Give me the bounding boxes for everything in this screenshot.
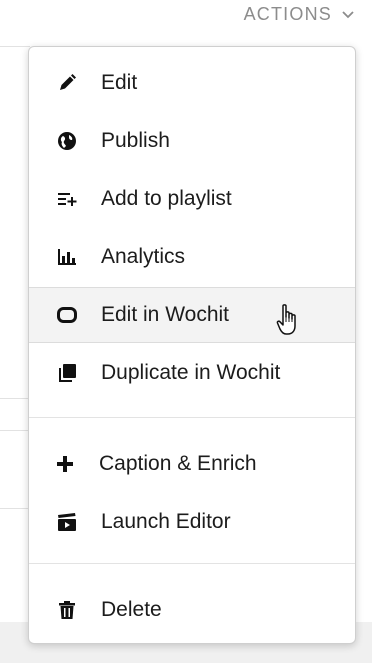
menu-divider [29, 563, 355, 564]
menu-item-label: Delete [101, 598, 162, 621]
actions-menu: Edit Publish Add to playlist Analytics E… [28, 46, 356, 644]
background-divider [0, 430, 30, 431]
menu-item-delete[interactable]: Delete [29, 582, 355, 638]
chevron-down-icon [342, 10, 354, 18]
pencil-icon [56, 72, 78, 94]
menu-item-label: Launch Editor [101, 510, 231, 533]
rounded-square-icon [56, 304, 78, 326]
menu-divider [29, 417, 355, 418]
menu-item-analytics[interactable]: Analytics [29, 229, 355, 285]
copy-icon [56, 362, 78, 384]
background-divider [0, 46, 30, 47]
globe-icon [56, 130, 78, 152]
hand-pointer-cursor-icon [276, 304, 296, 335]
actions-label: ACTIONS [243, 4, 332, 24]
menu-item-publish[interactable]: Publish [29, 113, 355, 169]
menu-item-label: Duplicate in Wochit [101, 361, 281, 384]
playlist-add-icon [56, 188, 78, 210]
trash-icon [56, 599, 78, 621]
background-divider [0, 398, 30, 399]
menu-item-label: Caption & Enrich [99, 452, 257, 475]
menu-item-label: Publish [101, 129, 170, 152]
menu-item-caption-enrich[interactable]: Caption & Enrich [29, 436, 355, 492]
bar-chart-icon [56, 246, 78, 268]
menu-item-label: Edit in Wochit [101, 303, 229, 326]
menu-item-label: Edit [101, 71, 138, 94]
actions-dropdown-button[interactable]: ACTIONS [244, 4, 354, 25]
plus-icon [54, 453, 76, 475]
menu-item-label: Analytics [101, 245, 186, 268]
menu-item-edit-in-wochit[interactable]: Edit in Wochit [29, 287, 355, 343]
background-divider [0, 508, 30, 509]
menu-item-add-to-playlist[interactable]: Add to playlist [29, 171, 355, 227]
menu-item-edit[interactable]: Edit [29, 55, 355, 111]
menu-item-label: Add to playlist [101, 187, 232, 210]
menu-item-duplicate-in-wochit[interactable]: Duplicate in Wochit [29, 345, 355, 401]
clapperboard-icon [56, 511, 78, 533]
menu-item-launch-editor[interactable]: Launch Editor [29, 494, 355, 550]
